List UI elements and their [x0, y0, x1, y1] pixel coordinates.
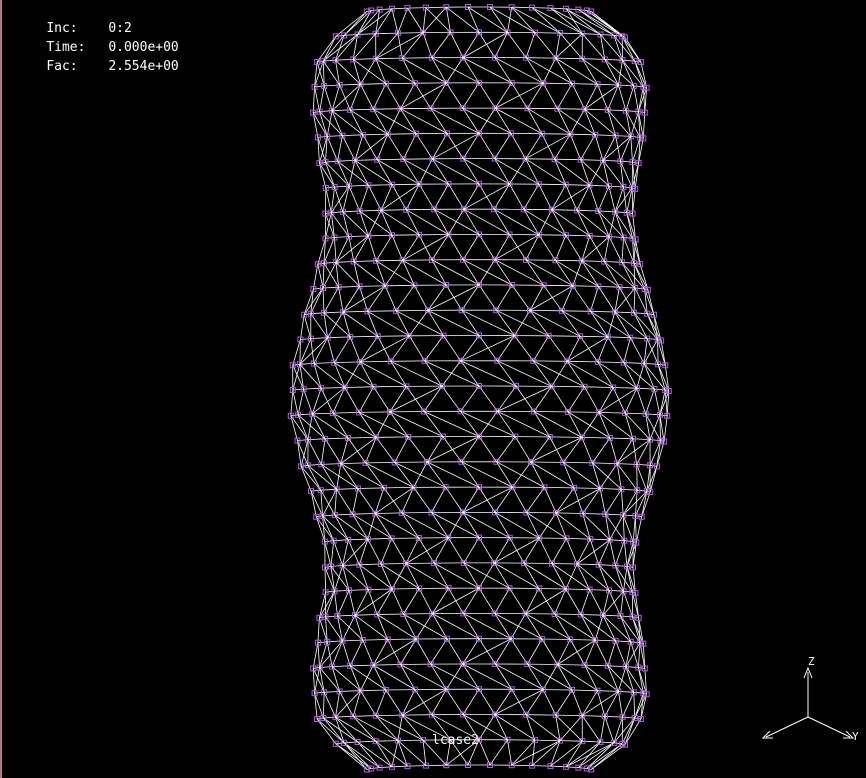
- y-axis-label: Y: [852, 730, 859, 743]
- z-axis-label: Z: [808, 655, 815, 668]
- y-axis-line: [807, 716, 851, 738]
- axis-triad: Z Y: [761, 655, 859, 743]
- x-axis-line: [765, 716, 809, 738]
- graphics-viewport[interactable]: Inc: 0:2 Time: 0.000e+00 Fac: 2.554e+00 lca…: [0, 0, 866, 778]
